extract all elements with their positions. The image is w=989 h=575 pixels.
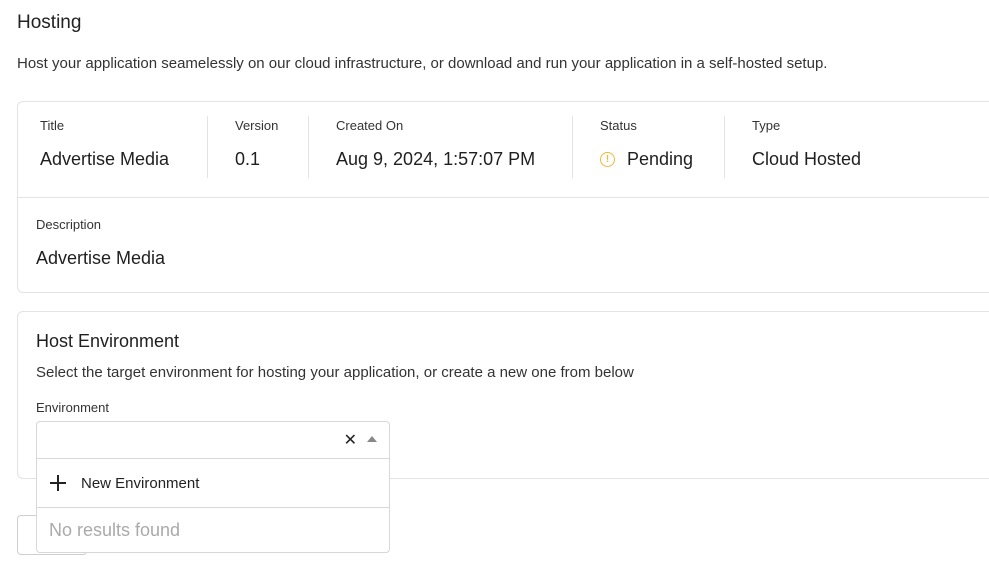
status-value: Pending (627, 149, 694, 169)
version-field: Version 0.1 (235, 116, 278, 180)
created-label: Created On (336, 118, 404, 133)
created-field: Created On Aug 9, 2024, 1:57:07 PM (336, 116, 535, 180)
warning-circle-icon: ! (600, 152, 615, 167)
environment-dropdown-menu: New Environment No results found (36, 459, 390, 553)
close-icon[interactable]: ✕ (344, 430, 357, 450)
new-environment-label: New Environment (81, 474, 200, 492)
title-field: Title Advertise Media (40, 116, 169, 180)
status-value-row: ! Pending (600, 149, 693, 170)
status-label: Status (600, 118, 637, 133)
type-field: Type Cloud Hosted (752, 116, 861, 180)
plus-icon (49, 474, 67, 492)
column-divider (308, 116, 309, 178)
host-environment-title: Host Environment (36, 331, 180, 351)
page-title: Hosting (17, 12, 82, 33)
status-field: Status ! Pending (600, 116, 693, 180)
column-divider (207, 116, 208, 178)
new-environment-option[interactable]: New Environment (37, 459, 389, 508)
version-label: Version (235, 118, 279, 133)
caret-up-icon[interactable] (367, 436, 377, 442)
version-value: 0.1 (235, 149, 261, 169)
title-label: Title (40, 118, 65, 133)
environment-field-label: Environment (36, 400, 109, 415)
host-environment-subtitle: Select the target environment for hostin… (36, 364, 634, 381)
column-divider (572, 116, 573, 178)
column-divider (724, 116, 725, 178)
description-label: Description (36, 217, 102, 232)
type-value: Cloud Hosted (752, 149, 862, 169)
type-label: Type (752, 118, 781, 133)
section-divider (18, 197, 989, 198)
description-value: Advertise Media (36, 248, 166, 268)
no-results-text: No results found (49, 520, 181, 540)
page-subtitle: Host your application seamelessly on our… (17, 55, 828, 72)
environment-select[interactable]: ✕ (36, 421, 390, 459)
created-value: Aug 9, 2024, 1:57:07 PM (336, 149, 536, 169)
title-value: Advertise Media (40, 149, 170, 169)
app-info-card: Title Advertise Media Version 0.1 Create… (17, 101, 989, 293)
